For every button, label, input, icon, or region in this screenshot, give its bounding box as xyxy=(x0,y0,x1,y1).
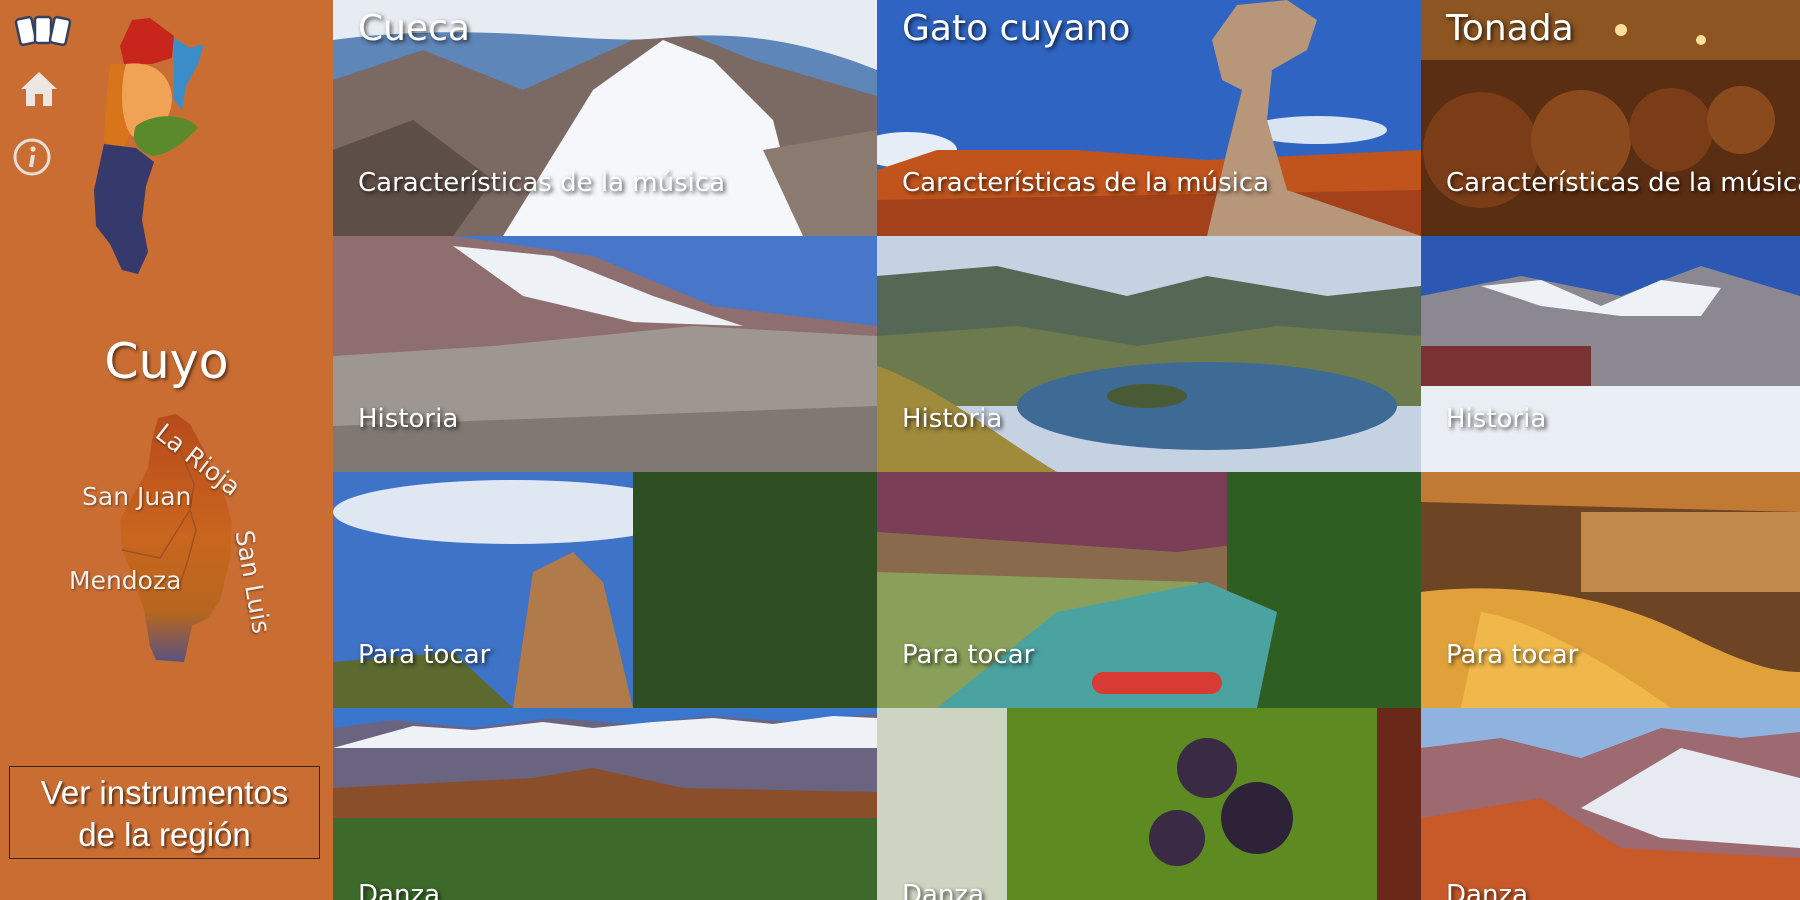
tile-historia-1[interactable]: Historia xyxy=(333,236,877,472)
tile-caption: Danza xyxy=(1446,880,1529,900)
tile-danza-3[interactable]: Danza xyxy=(1421,708,1800,900)
sidebar: Cuyo San Juan Mendoza La Rioja San Luis … xyxy=(0,0,333,900)
tile-caption: Para tocar xyxy=(1446,640,1579,670)
tile-image xyxy=(877,708,1421,900)
tile-para-tocar-3[interactable]: Para tocar xyxy=(1421,472,1800,708)
info-icon[interactable] xyxy=(12,137,52,177)
tile-caption: Características de la música xyxy=(1446,168,1800,198)
tile-caption: Características de la música xyxy=(902,168,1270,198)
province-label-san-juan: San Juan xyxy=(82,482,192,511)
tile-image xyxy=(333,236,877,472)
tile-image xyxy=(333,708,877,900)
tile-caption: Características de la música xyxy=(358,168,726,198)
view-instruments-button[interactable]: Ver instrumentos de la región xyxy=(9,766,320,859)
tile-historia-3[interactable]: Historia xyxy=(1421,236,1800,472)
map-region-blue xyxy=(174,38,204,110)
region-title: Cuyo xyxy=(104,333,229,390)
tile-para-tocar-1[interactable]: Para tocar xyxy=(333,472,877,708)
view-instruments-line2: de la región xyxy=(78,816,251,853)
map-region-navy xyxy=(94,144,154,274)
tile-grid: Cueca Características de la música Gato … xyxy=(333,0,1800,900)
tile-image xyxy=(1421,708,1800,900)
tile-title: Tonada xyxy=(1446,8,1574,49)
cards-icon[interactable] xyxy=(14,12,72,52)
tile-caption: Para tocar xyxy=(902,640,1035,670)
tile-para-tocar-2[interactable]: Para tocar xyxy=(877,472,1421,708)
argentina-map[interactable] xyxy=(90,14,250,284)
tile-caption: Para tocar xyxy=(358,640,491,670)
map-region-red xyxy=(120,18,174,64)
province-label-mendoza: Mendoza xyxy=(69,566,182,595)
tile-caption: Historia xyxy=(1446,404,1547,434)
tile-caption: Danza xyxy=(358,880,441,900)
tile-image xyxy=(877,472,1421,708)
tile-image xyxy=(333,472,877,708)
tile-image xyxy=(1421,472,1800,708)
tile-title: Gato cuyano xyxy=(902,8,1131,49)
tile-cueca-music[interactable]: Cueca Características de la música xyxy=(333,0,877,236)
tile-caption: Danza xyxy=(902,880,985,900)
tile-image xyxy=(877,236,1421,472)
tile-gato-cuyano-music[interactable]: Gato cuyano Características de la música xyxy=(877,0,1421,236)
tile-image xyxy=(1421,236,1800,472)
tile-caption: Historia xyxy=(358,404,459,434)
tile-danza-1[interactable]: Danza xyxy=(333,708,877,900)
tile-title: Cueca xyxy=(358,8,470,49)
tile-danza-2[interactable]: Danza xyxy=(877,708,1421,900)
map-region-green xyxy=(133,116,198,156)
tile-tonada-music[interactable]: Tonada Características de la música xyxy=(1421,0,1800,236)
tile-historia-2[interactable]: Historia xyxy=(877,236,1421,472)
home-icon[interactable] xyxy=(18,68,60,110)
tile-caption: Historia xyxy=(902,404,1003,434)
view-instruments-line1: Ver instrumentos xyxy=(40,774,289,811)
